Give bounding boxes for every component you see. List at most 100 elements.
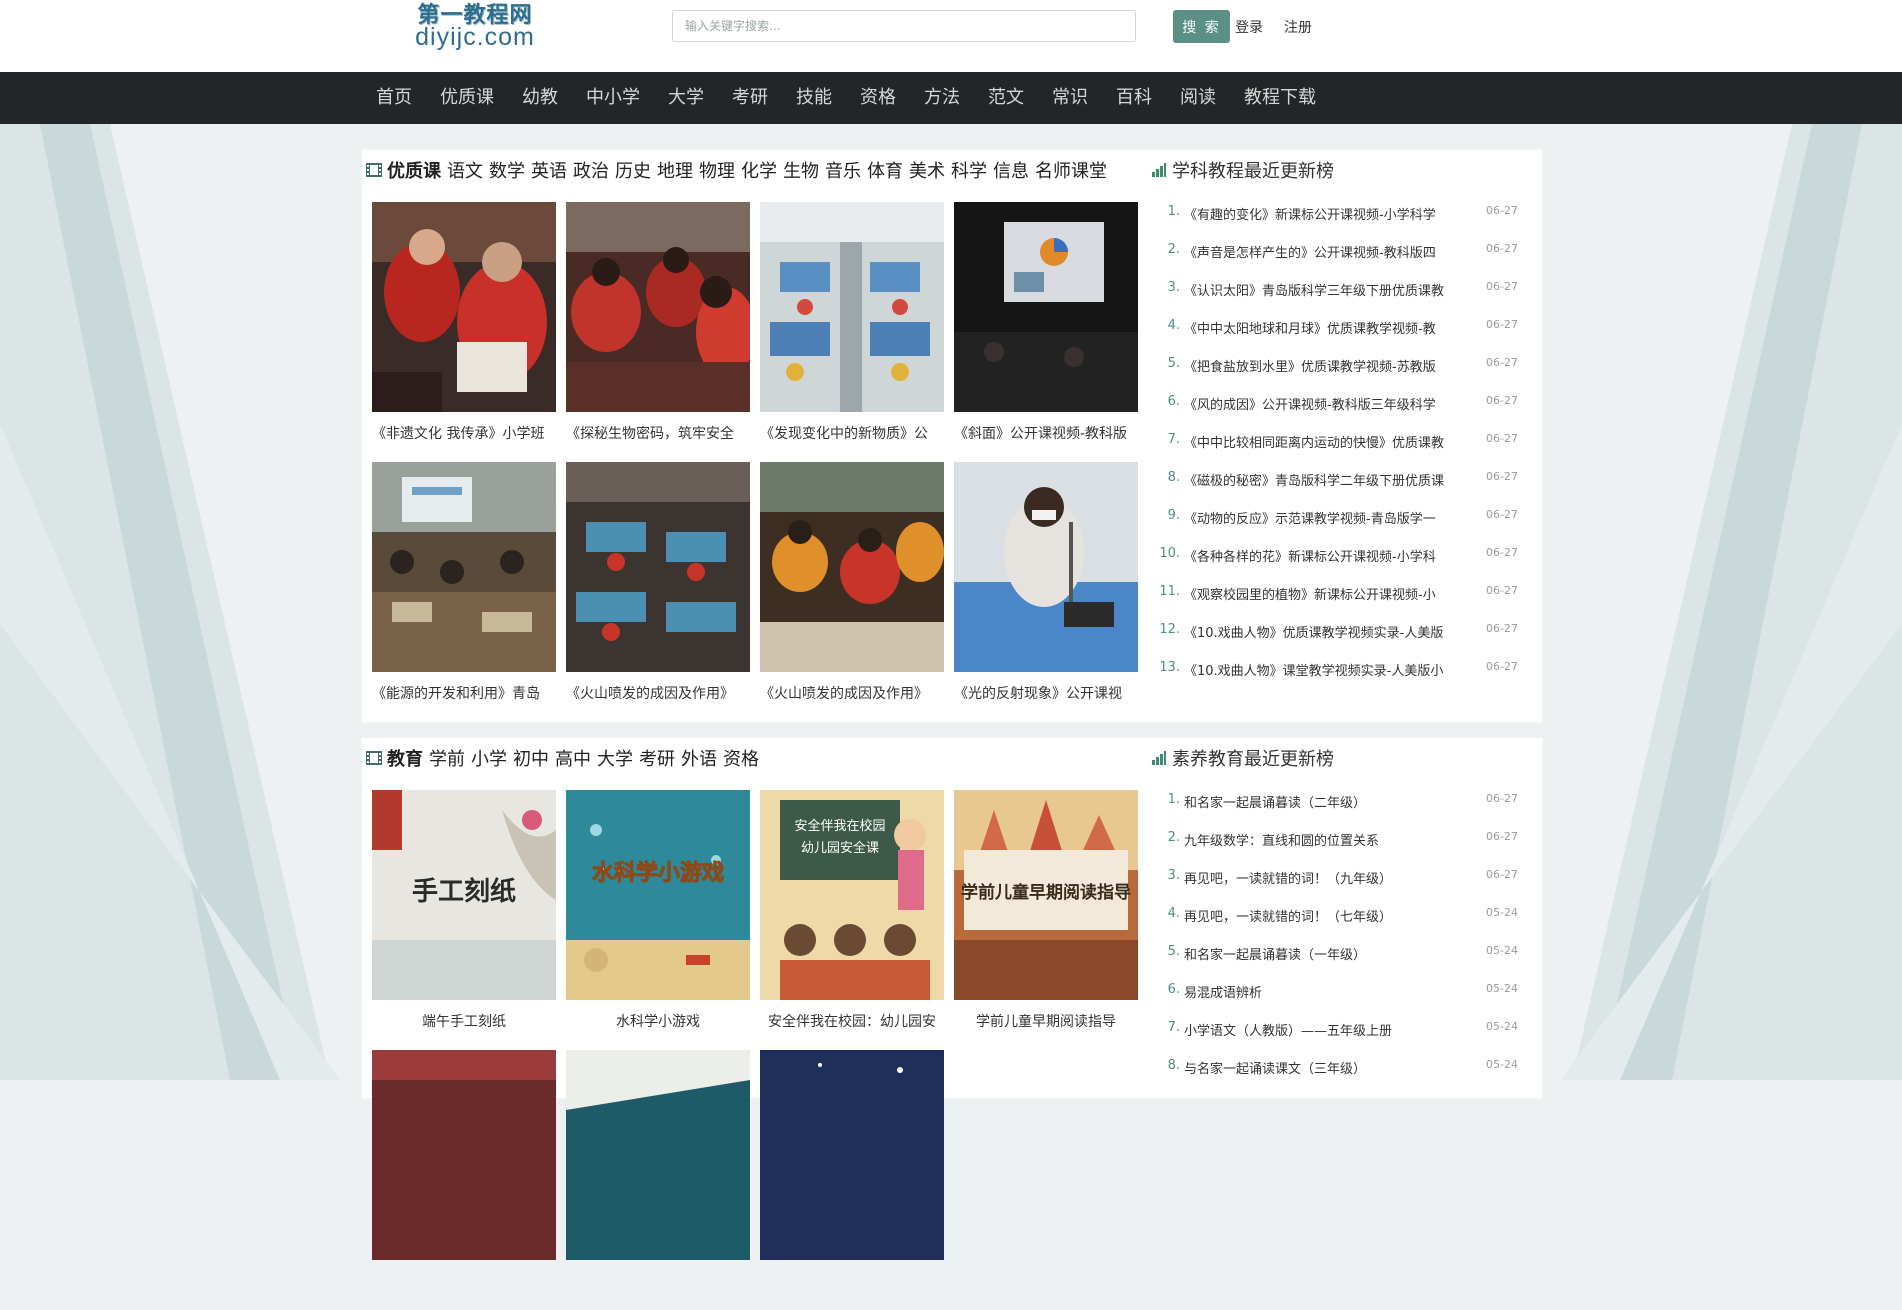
tag-geography[interactable]: 地理	[657, 157, 693, 183]
tag-math[interactable]: 数学	[489, 157, 525, 183]
tag-chemistry[interactable]: 化学	[741, 157, 777, 183]
rank-item-title[interactable]: 和名家一起晨诵暮读（一年级）	[1184, 944, 1474, 963]
course-card[interactable]: 《能源的开发和利用》青岛	[372, 462, 556, 722]
rank-item-title[interactable]: 小学语文（人教版）——五年级上册	[1184, 1020, 1474, 1039]
tag-science[interactable]: 科学	[951, 157, 987, 183]
rank-item[interactable]: 3. 再见吧，一读就错的词！（九年级） 06-27	[1152, 868, 1532, 906]
nav-item-home[interactable]: 首页	[364, 72, 426, 124]
rank-item-title[interactable]: 《把食盐放到水里》优质课教学视频-苏教版	[1184, 356, 1474, 375]
rank-item-title[interactable]: 《有趣的变化》新课标公开课视频-小学科学	[1184, 204, 1474, 223]
search-button[interactable]: 搜 索	[1173, 10, 1230, 43]
rank-item-title[interactable]: 《动物的反应》示范课教学视频-青岛版学一	[1184, 508, 1474, 527]
nav-item-reading[interactable]: 阅读	[1166, 72, 1230, 124]
nav-item-postgrad-exam[interactable]: 考研	[718, 72, 782, 124]
nav-item-k12[interactable]: 中小学	[572, 72, 654, 124]
rank-item[interactable]: 1. 《有趣的变化》新课标公开课视频-小学科学 06-27	[1152, 204, 1532, 242]
rank-item[interactable]: 8. 与名家一起诵读课文（三年级） 05-24	[1152, 1058, 1532, 1096]
rank-item[interactable]: 6. 易混成语辨析 05-24	[1152, 982, 1532, 1020]
rank-item[interactable]: 1. 和名家一起晨诵暮读（二年级） 06-27	[1152, 792, 1532, 830]
course-card[interactable]: 《火山喷发的成因及作用》	[760, 462, 944, 722]
rank-item[interactable]: 13. 《10.戏曲人物》课堂教学视频实录-人美版小 06-27	[1152, 660, 1532, 698]
tag-politics[interactable]: 政治	[573, 157, 609, 183]
education-card[interactable]	[566, 1050, 750, 1310]
rank-item[interactable]: 7. 小学语文（人教版）——五年级上册 05-24	[1152, 1020, 1532, 1058]
rank-item[interactable]: 11. 《观察校园里的植物》新课标公开课视频-小 06-27	[1152, 584, 1532, 622]
course-card[interactable]: 《探秘生物密码，筑牢安全	[566, 202, 750, 462]
rank-item-title[interactable]: 易混成语辨析	[1184, 982, 1474, 1001]
rank-item-title[interactable]: 再见吧，一读就错的词！（九年级）	[1184, 868, 1474, 887]
tag-pe[interactable]: 体育	[867, 157, 903, 183]
education-card[interactable]	[760, 1050, 944, 1310]
rank-item-title[interactable]: 《10.戏曲人物》优质课教学视频实录-人美版	[1184, 622, 1474, 641]
course-card[interactable]: 《光的反射现象》公开课视	[954, 462, 1138, 722]
section-title[interactable]: 优质课	[387, 157, 441, 183]
rank-item[interactable]: 3. 《认识太阳》青岛版科学三年级下册优质课教 06-27	[1152, 280, 1532, 318]
tag-art[interactable]: 美术	[909, 157, 945, 183]
tag-english[interactable]: 英语	[531, 157, 567, 183]
rank-item[interactable]: 10. 《各种各样的花》新课标公开课视频-小学科 06-27	[1152, 546, 1532, 584]
rank-item-title[interactable]: 《观察校园里的植物》新课标公开课视频-小	[1184, 584, 1474, 603]
rank-item-title[interactable]: 《中中太阳地球和月球》优质课教学视频-教	[1184, 318, 1474, 337]
rank-item[interactable]: 12. 《10.戏曲人物》优质课教学视频实录-人美版 06-27	[1152, 622, 1532, 660]
nav-item-downloads[interactable]: 教程下载	[1230, 72, 1330, 124]
rank-item[interactable]: 6. 《风的成因》公开课视频-教科版三年级科学 06-27	[1152, 394, 1532, 432]
nav-item-preschool[interactable]: 幼教	[508, 72, 572, 124]
nav-item-quality-courses[interactable]: 优质课	[426, 72, 508, 124]
login-link[interactable]: 登录	[1235, 17, 1263, 37]
course-card[interactable]: 《斜面》公开课视频-教科版	[954, 202, 1138, 462]
tag-primary[interactable]: 小学	[471, 745, 507, 771]
register-link[interactable]: 注册	[1284, 17, 1312, 37]
tag-senior-high[interactable]: 高中	[555, 745, 591, 771]
course-card[interactable]: 《非遗文化 我传承》小学班	[372, 202, 556, 462]
search-input[interactable]	[672, 10, 1136, 42]
rank-item-title[interactable]: 《磁极的秘密》青岛版科学二年级下册优质课	[1184, 470, 1474, 489]
rank-item-title[interactable]: 和名家一起晨诵暮读（二年级）	[1184, 792, 1474, 811]
rank-item-title[interactable]: 《10.戏曲人物》课堂教学视频实录-人美版小	[1184, 660, 1474, 679]
nav-item-methods[interactable]: 方法	[910, 72, 974, 124]
rank-item-title[interactable]: 《认识太阳》青岛版科学三年级下册优质课教	[1184, 280, 1474, 299]
course-card[interactable]: 《火山喷发的成因及作用》	[566, 462, 750, 722]
tag-postgrad[interactable]: 考研	[639, 745, 675, 771]
education-card[interactable]: 水科学小游戏 水科学小游戏	[566, 790, 750, 1050]
rank-item[interactable]: 5. 《把食盐放到水里》优质课教学视频-苏教版 06-27	[1152, 356, 1532, 394]
tag-physics[interactable]: 物理	[699, 157, 735, 183]
tag-foreign-language[interactable]: 外语	[681, 745, 717, 771]
tag-university[interactable]: 大学	[597, 745, 633, 771]
site-logo[interactable]: 第一教程网 diyijc.com	[405, 4, 545, 50]
tag-preschool[interactable]: 学前	[429, 745, 465, 771]
rank-item[interactable]: 5. 和名家一起晨诵暮读（一年级） 05-24	[1152, 944, 1532, 982]
section-title[interactable]: 教育	[387, 745, 423, 771]
rank-item-title[interactable]: 与名家一起诵读课文（三年级）	[1184, 1058, 1474, 1077]
rank-item[interactable]: 8. 《磁极的秘密》青岛版科学二年级下册优质课 06-27	[1152, 470, 1532, 508]
education-card[interactable]: 手工刻纸 端午手工刻纸	[372, 790, 556, 1050]
rank-item[interactable]: 2. 九年级数学：直线和圆的位置关系 06-27	[1152, 830, 1532, 868]
tag-qualification[interactable]: 资格	[723, 745, 759, 771]
nav-item-essays[interactable]: 范文	[974, 72, 1038, 124]
rank-item[interactable]: 4. 《中中太阳地球和月球》优质课教学视频-教 06-27	[1152, 318, 1532, 356]
rank-item-title[interactable]: 九年级数学：直线和圆的位置关系	[1184, 830, 1474, 849]
rank-item[interactable]: 4. 再见吧，一读就错的词！（七年级） 05-24	[1152, 906, 1532, 944]
tag-music[interactable]: 音乐	[825, 157, 861, 183]
nav-item-common-sense[interactable]: 常识	[1038, 72, 1102, 124]
rank-item[interactable]: 9. 《动物的反应》示范课教学视频-青岛版学一 06-27	[1152, 508, 1532, 546]
tag-chinese[interactable]: 语文	[447, 157, 483, 183]
nav-item-university[interactable]: 大学	[654, 72, 718, 124]
nav-item-skills[interactable]: 技能	[782, 72, 846, 124]
tag-it[interactable]: 信息	[993, 157, 1029, 183]
tag-master-class[interactable]: 名师课堂	[1035, 157, 1107, 183]
education-card[interactable]: 安全伴我在校园 幼儿园安全课 安全伴我在校园：幼儿园安	[760, 790, 944, 1050]
rank-item-title[interactable]: 《中中比较相同距离内运动的快慢》优质课教	[1184, 432, 1474, 451]
nav-item-qualification[interactable]: 资格	[846, 72, 910, 124]
rank-item[interactable]: 2. 《声音是怎样产生的》公开课视频-教科版四 06-27	[1152, 242, 1532, 280]
education-card[interactable]	[372, 1050, 556, 1310]
rank-item-title[interactable]: 《风的成因》公开课视频-教科版三年级科学	[1184, 394, 1474, 413]
tag-junior-high[interactable]: 初中	[513, 745, 549, 771]
rank-item[interactable]: 7. 《中中比较相同距离内运动的快慢》优质课教 06-27	[1152, 432, 1532, 470]
nav-item-encyclopedia[interactable]: 百科	[1102, 72, 1166, 124]
tag-history[interactable]: 历史	[615, 157, 651, 183]
rank-item-title[interactable]: 再见吧，一读就错的词！（七年级）	[1184, 906, 1474, 925]
education-card[interactable]: 学前儿童早期阅读指导 学前儿童早期阅读指导	[954, 790, 1138, 1050]
course-card[interactable]: 《发现变化中的新物质》公	[760, 202, 944, 462]
rank-item-title[interactable]: 《各种各样的花》新课标公开课视频-小学科	[1184, 546, 1474, 565]
tag-biology[interactable]: 生物	[783, 157, 819, 183]
